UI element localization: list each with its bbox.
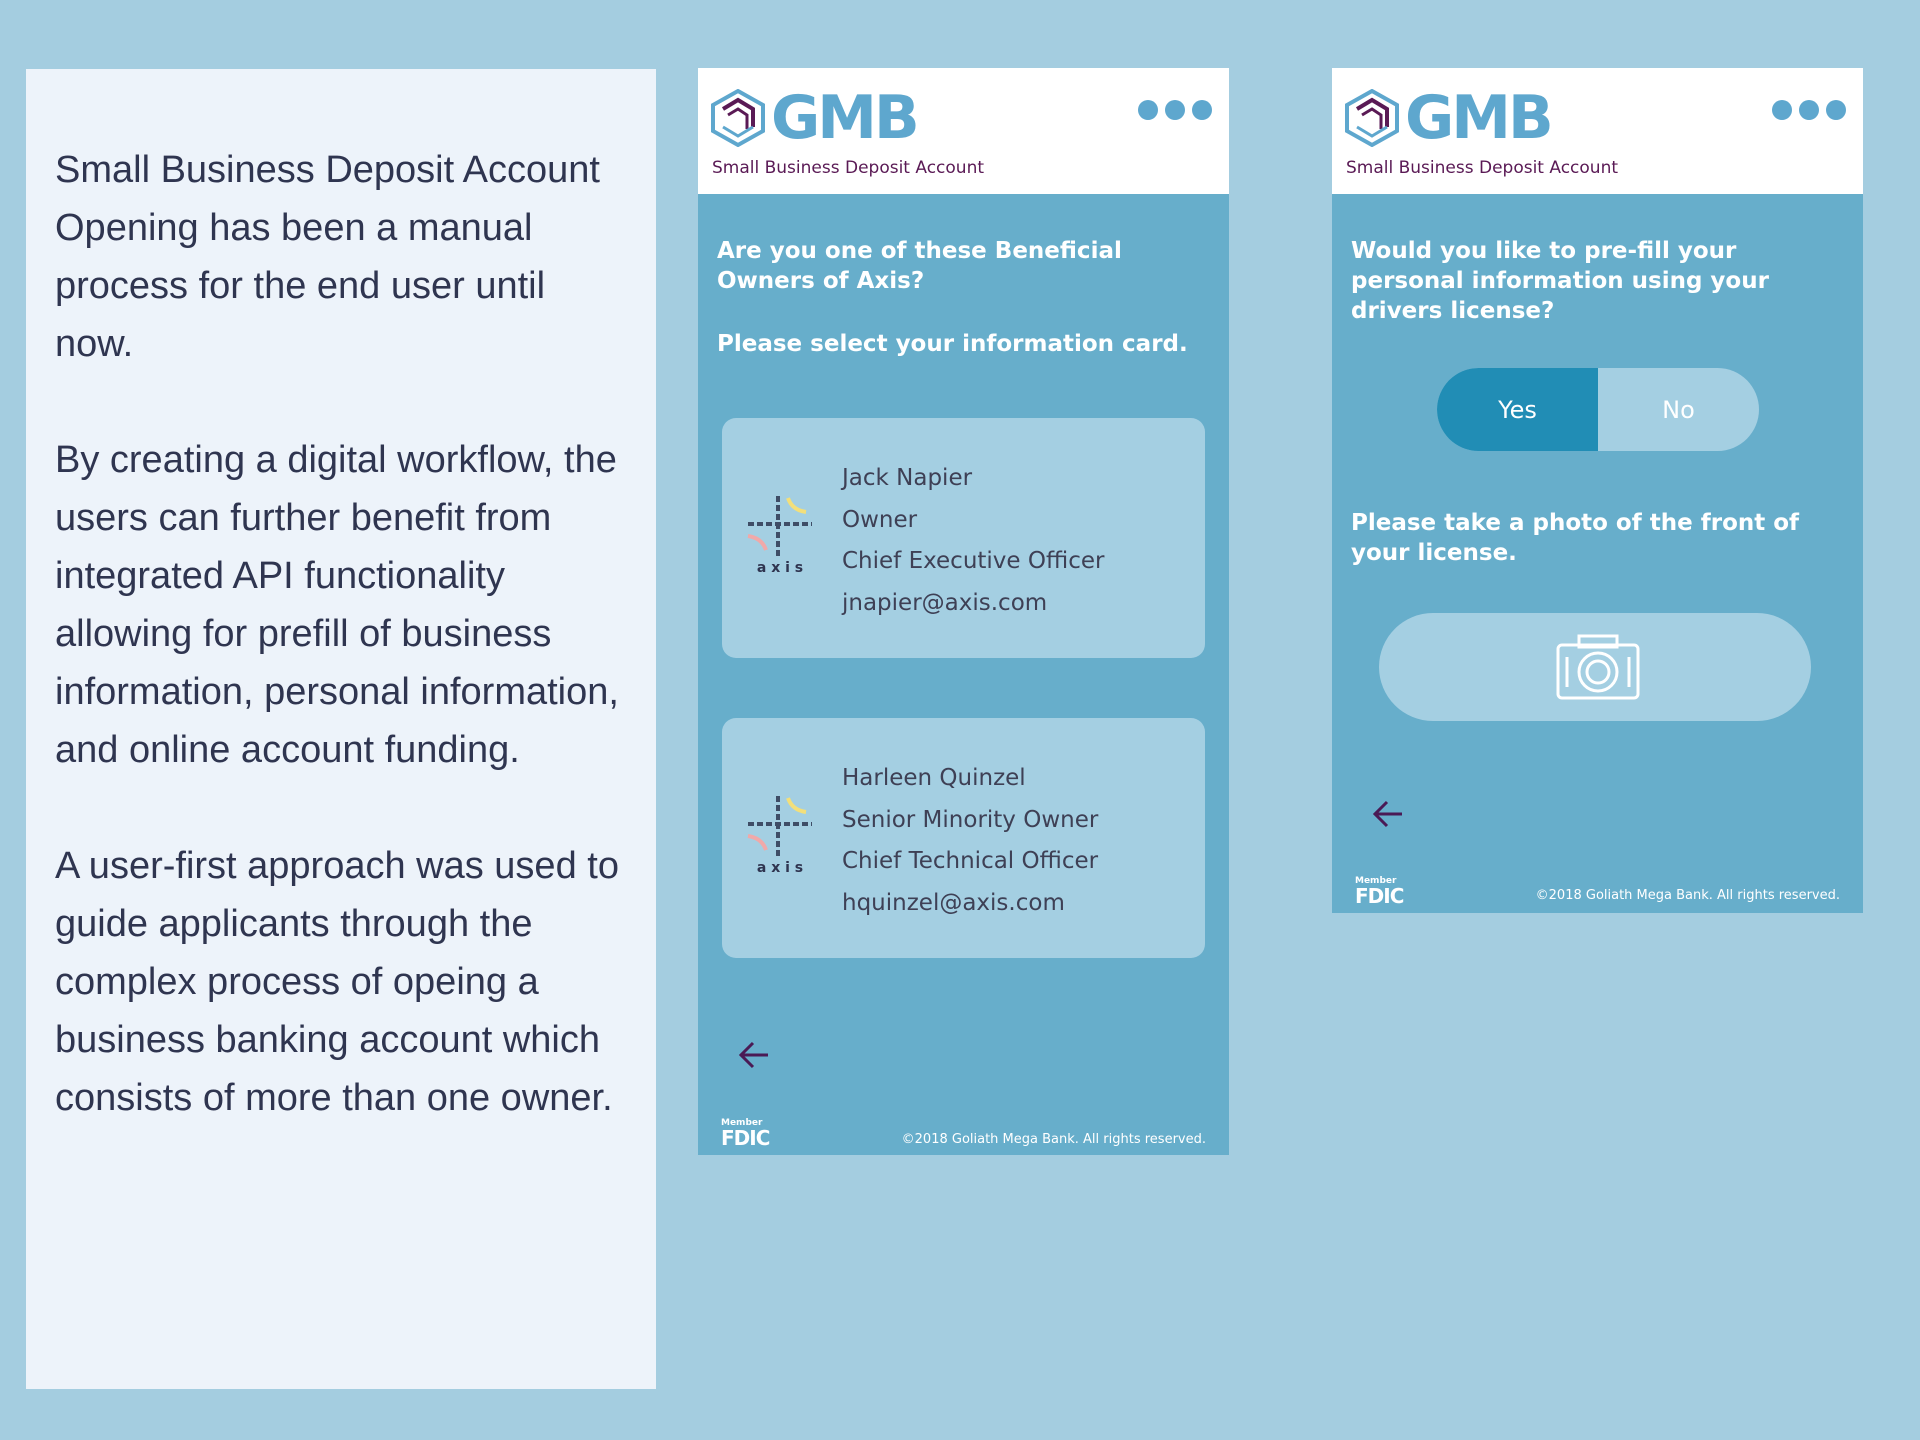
owners-question: Are you one of these Beneficial Owners o…	[717, 238, 1122, 294]
more-menu-icon[interactable]	[1772, 100, 1846, 120]
axis-logo-text: a x i s	[757, 560, 803, 576]
back-arrow-icon[interactable]	[1372, 799, 1404, 829]
hexagon-logo-icon	[1345, 89, 1399, 147]
more-menu-icon[interactable]	[1138, 100, 1212, 120]
axis-logo-text: a x i s	[757, 860, 803, 876]
app-header: GMB Small Business Deposit Account	[698, 68, 1229, 194]
phone-screen-owner-select: GMB Small Business Deposit Account Are y…	[698, 68, 1229, 1155]
take-photo-button[interactable]	[1379, 613, 1811, 721]
copyright-text: ©2018 Goliath Mega Bank. All rights rese…	[901, 1132, 1206, 1147]
intro-paragraph-3: A user-first approach was used to guide …	[55, 845, 619, 1119]
owner-card-details: Jack Napier Owner Chief Executive Office…	[842, 458, 1104, 624]
intro-paragraph-1: Small Business Deposit Account Opening h…	[55, 149, 600, 365]
owner-email: jnapier@axis.com	[842, 589, 1048, 616]
fdic-label: FDIC	[721, 1126, 770, 1150]
photo-prompt: Please take a photo of the front of your…	[1351, 510, 1800, 566]
app-subtitle: Small Business Deposit Account	[1346, 158, 1619, 178]
owner-role: Owner	[842, 506, 918, 533]
owner-role: Senior Minority Owner	[842, 806, 1099, 833]
owner-name: Jack Napier	[842, 465, 973, 491]
app-subtitle: Small Business Deposit Account	[712, 158, 985, 178]
fdic-member-badge: Member FDIC	[1355, 876, 1404, 908]
app-header: GMB Small Business Deposit Account	[1332, 68, 1863, 194]
select-card-instruction: Please select your information card.	[717, 331, 1188, 357]
fdic-label: FDIC	[1355, 884, 1404, 908]
owner-title: Chief Technical Officer	[842, 848, 1099, 874]
hexagon-logo-icon	[711, 89, 765, 147]
logo-text: GMB	[771, 83, 920, 153]
owner-card[interactable]: a x i s Harleen Quinzel Senior Minority …	[722, 718, 1205, 958]
yes-button[interactable]: Yes	[1437, 368, 1598, 451]
phone-screen-prefill: GMB Small Business Deposit Account Would…	[1332, 68, 1863, 913]
gmb-logo: GMB	[711, 83, 920, 153]
owner-email: hquinzel@axis.com	[842, 889, 1065, 916]
fdic-member-badge: Member FDIC	[721, 1118, 770, 1150]
camera-icon	[1556, 634, 1640, 700]
owner-title: Chief Executive Officer	[842, 548, 1105, 574]
no-button[interactable]: No	[1598, 368, 1759, 451]
owner-card-details: Harleen Quinzel Senior Minority Owner Ch…	[842, 758, 1098, 924]
description-panel: Small Business Deposit Account Opening h…	[26, 69, 656, 1389]
intro-paragraph-2: By creating a digital workflow, the user…	[55, 439, 619, 771]
gmb-logo: GMB	[1345, 83, 1554, 153]
axis-company-logo-icon: a x i s	[747, 496, 812, 576]
back-arrow-icon[interactable]	[738, 1040, 770, 1070]
axis-company-logo-icon: a x i s	[747, 796, 812, 876]
prefill-toggle: Yes No	[1437, 368, 1759, 451]
owner-name: Harleen Quinzel	[842, 765, 1026, 791]
logo-text: GMB	[1405, 83, 1554, 153]
copyright-text: ©2018 Goliath Mega Bank. All rights rese…	[1535, 888, 1840, 903]
owner-card[interactable]: a x i s Jack Napier Owner Chief Executiv…	[722, 418, 1205, 658]
prefill-question: Would you like to pre-fill your personal…	[1351, 238, 1769, 324]
